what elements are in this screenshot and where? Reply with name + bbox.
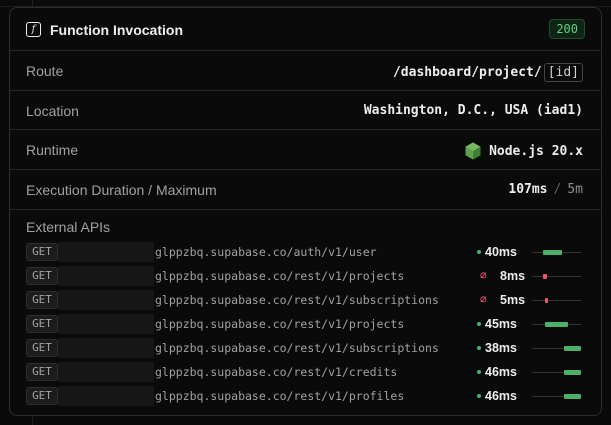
http-method-badge: GET: [26, 243, 58, 261]
duration-actual: 107ms: [508, 182, 548, 197]
redacted-block: [58, 338, 154, 358]
timeline-bar: [544, 322, 569, 327]
api-url: glppzbq.supabase.co/rest/v1/projects: [155, 269, 405, 283]
api-duration: 46ms: [485, 365, 517, 379]
function-icon: f: [26, 22, 41, 37]
location-row: Location Washington, D.C., USA (iad1): [10, 90, 601, 130]
error-status-icon: ⌀: [480, 268, 487, 281]
duration-separator: /: [553, 182, 562, 197]
api-call-row[interactable]: GET glppzbq.supabase.co/rest/v1/projects ⌀…: [10, 266, 601, 286]
location-label: Location: [26, 103, 79, 119]
redacted-block: [58, 242, 154, 262]
success-status-dot: [477, 346, 481, 350]
redacted-block: [58, 386, 154, 406]
http-method-badge: GET: [26, 363, 58, 381]
api-call-row[interactable]: GET glppzbq.supabase.co/rest/v1/subscript…: [10, 338, 601, 358]
redacted-block: [58, 266, 154, 286]
api-call-row[interactable]: GET glppzbq.supabase.co/rest/v1/subscript…: [10, 290, 601, 310]
redacted-block: [58, 290, 154, 310]
timeline-bar: [542, 250, 563, 255]
route-param: [id]: [543, 63, 583, 82]
card-header: f Function Invocation 200: [10, 8, 601, 50]
api-duration: 38ms: [485, 341, 517, 355]
http-method-badge: GET: [26, 267, 58, 285]
http-method-badge: GET: [26, 339, 58, 357]
duration-label: Execution Duration / Maximum: [26, 182, 217, 198]
api-call-row[interactable]: GET glppzbq.supabase.co/rest/v1/profiles 4…: [10, 386, 601, 406]
api-url: glppzbq.supabase.co/rest/v1/profiles: [155, 389, 405, 403]
duration-row: Execution Duration / Maximum 107ms / 5m: [10, 169, 601, 209]
redacted-block: [58, 362, 154, 382]
api-url: glppzbq.supabase.co/rest/v1/subscription…: [155, 341, 439, 355]
external-apis-section: External APIs GET glppzbq.supabase.co/aut…: [10, 209, 601, 415]
error-status-icon: ⌀: [480, 292, 487, 305]
duration-max: 5m: [567, 182, 583, 197]
api-call-row[interactable]: GET glppzbq.supabase.co/auth/v1/user 40ms: [10, 242, 601, 262]
timeline-bar: [564, 346, 581, 351]
external-apis-title: External APIs: [26, 219, 111, 235]
api-duration: 46ms: [485, 389, 517, 403]
api-url: glppzbq.supabase.co/rest/v1/projects: [155, 317, 405, 331]
api-url: glppzbq.supabase.co/auth/v1/user: [155, 245, 377, 259]
api-duration: 5ms: [500, 293, 526, 307]
api-call-row[interactable]: GET glppzbq.supabase.co/rest/v1/projects 4…: [10, 314, 601, 334]
runtime-label: Runtime: [26, 142, 79, 158]
timeline-bar: [564, 394, 581, 399]
timeline-track: [532, 276, 581, 277]
duration-value: 107ms / 5m: [508, 182, 583, 197]
http-method-badge: GET: [26, 291, 58, 309]
timeline-bar: [564, 370, 581, 375]
runtime-row: Runtime Node.js 20.x: [10, 129, 601, 169]
status-badge: 200: [549, 19, 585, 39]
runtime-value: Node.js 20.x: [465, 142, 583, 160]
api-duration: 40ms: [485, 245, 517, 259]
redacted-block: [58, 314, 154, 334]
api-url: glppzbq.supabase.co/rest/v1/subscription…: [155, 293, 439, 307]
route-label: Route: [26, 63, 64, 79]
api-call-row[interactable]: GET glppzbq.supabase.co/rest/v1/credits 46…: [10, 362, 601, 382]
timeline-bar: [544, 298, 548, 303]
success-status-dot: [477, 394, 481, 398]
route-row: Route /dashboard/project/ [id]: [10, 50, 601, 90]
success-status-dot: [477, 370, 481, 374]
route-path: /dashboard/project/: [392, 65, 542, 80]
nodejs-icon: [465, 142, 481, 160]
location-value: Washington, D.C., USA (iad1): [363, 103, 583, 118]
timeline-bar: [542, 274, 547, 279]
route-value[interactable]: /dashboard/project/ [id]: [393, 63, 583, 82]
timeline-track: [532, 300, 581, 301]
http-method-badge: GET: [26, 315, 58, 333]
http-method-badge: GET: [26, 387, 58, 405]
api-url: glppzbq.supabase.co/rest/v1/credits: [155, 365, 398, 379]
api-duration: 45ms: [485, 317, 517, 331]
success-status-dot: [477, 322, 481, 326]
function-invocation-card: f Function Invocation 200 Route /dashboa…: [9, 7, 602, 416]
api-duration: 8ms: [500, 269, 526, 283]
runtime-text: Node.js 20.x: [489, 143, 583, 159]
card-title: Function Invocation: [50, 22, 183, 38]
success-status-dot: [477, 250, 481, 254]
